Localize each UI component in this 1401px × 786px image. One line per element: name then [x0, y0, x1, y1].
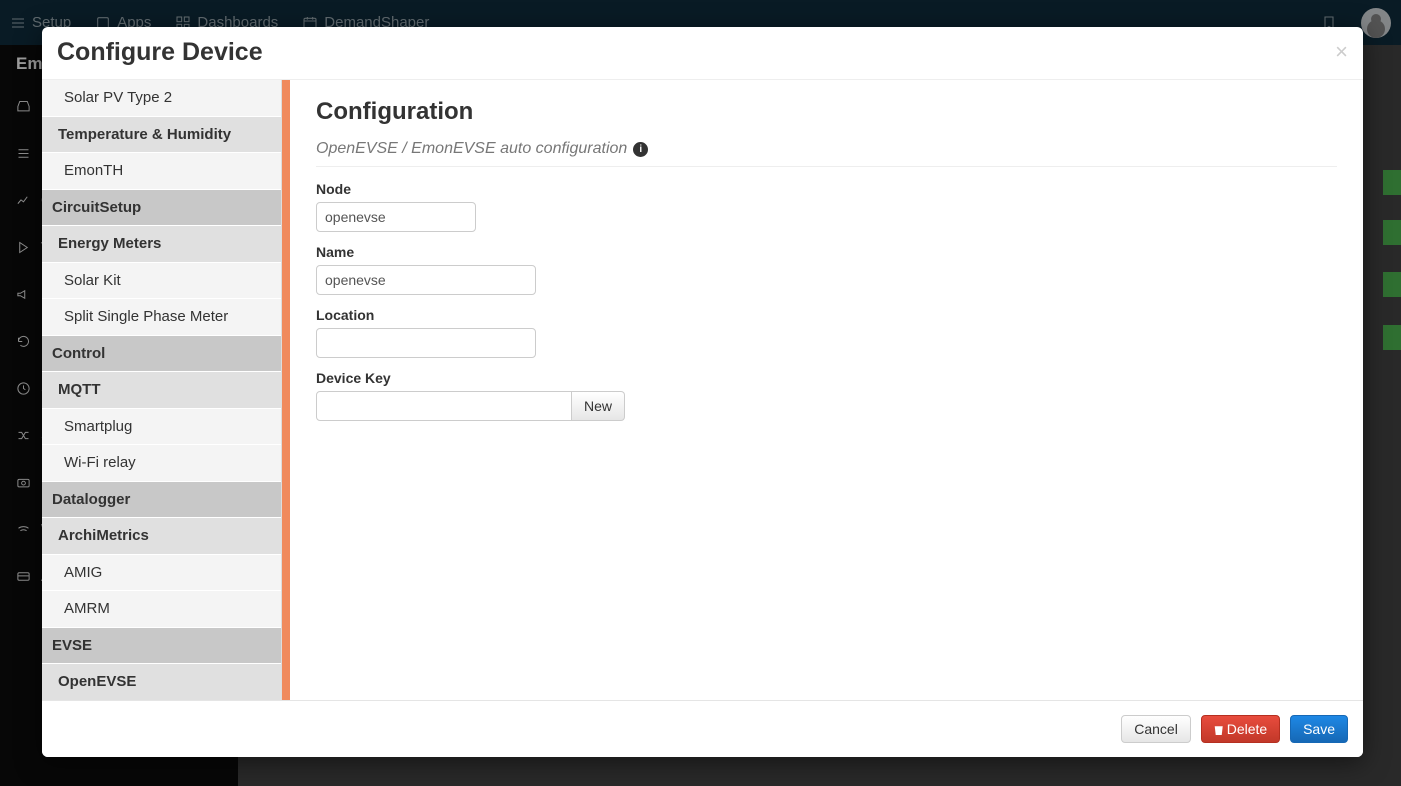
tree-leaf-split-single-phase-meter[interactable]: Split Single Phase Meter [42, 299, 281, 336]
tree-cat-evse[interactable]: EVSE [42, 628, 281, 665]
tree-leaf-emonth[interactable]: EmonTH [42, 153, 281, 190]
close-button[interactable]: × [1335, 39, 1348, 65]
selection-indicator [282, 80, 290, 700]
trash-icon [1214, 724, 1224, 735]
delete-button-label: Delete [1227, 721, 1267, 737]
tree-leaf-amrm[interactable]: AMRM [42, 591, 281, 628]
field-node: Node [316, 181, 1337, 232]
configuration-panel: Configuration OpenEVSE / EmonEVSE auto c… [290, 80, 1363, 700]
modal-footer: Cancel Delete Save [42, 700, 1363, 757]
label-name: Name [316, 244, 1337, 260]
tree-sub-mqtt[interactable]: MQTT [42, 372, 281, 409]
new-key-button[interactable]: New [572, 391, 625, 421]
input-device-key[interactable] [316, 391, 572, 421]
configure-device-modal: Configure Device × Solar PV Type 2Temper… [42, 27, 1363, 757]
config-heading: Configuration [316, 98, 1337, 126]
field-name: Name [316, 244, 1337, 295]
input-location[interactable] [316, 328, 536, 358]
tree-leaf-solar-kit[interactable]: Solar Kit [42, 263, 281, 300]
modal-title: Configure Device [57, 37, 263, 67]
field-device-key: Device Key New [316, 370, 1337, 421]
modal-body: Solar PV Type 2Temperature & HumidityEmo… [42, 80, 1363, 700]
tree-sub-temperature-humidity[interactable]: Temperature & Humidity [42, 117, 281, 154]
tree-cat-datalogger[interactable]: Datalogger [42, 482, 281, 519]
label-node: Node [316, 181, 1337, 197]
tree-leaf-wi-fi-relay[interactable]: Wi-Fi relay [42, 445, 281, 482]
tree-cat-control[interactable]: Control [42, 336, 281, 373]
tree-leaf-smartplug[interactable]: Smartplug [42, 409, 281, 446]
tree-cat-circuitsetup[interactable]: CircuitSetup [42, 190, 281, 227]
info-icon[interactable]: i [633, 142, 648, 157]
cancel-button[interactable]: Cancel [1121, 715, 1191, 743]
tree-sub-archimetrics[interactable]: ArchiMetrics [42, 518, 281, 555]
delete-button[interactable]: Delete [1201, 715, 1280, 743]
device-template-tree[interactable]: Solar PV Type 2Temperature & HumidityEmo… [42, 80, 282, 700]
field-location: Location [316, 307, 1337, 358]
input-name[interactable] [316, 265, 536, 295]
save-button[interactable]: Save [1290, 715, 1348, 743]
label-device-key: Device Key [316, 370, 1337, 386]
label-location: Location [316, 307, 1337, 323]
tree-sub-energy-meters[interactable]: Energy Meters [42, 226, 281, 263]
divider [316, 166, 1337, 167]
config-subtitle-text: OpenEVSE / EmonEVSE auto configuration [316, 140, 627, 158]
tree-leaf-solar-pv-type-2[interactable]: Solar PV Type 2 [42, 80, 281, 117]
tree-leaf-amig[interactable]: AMIG [42, 555, 281, 592]
tree-sub-openevse[interactable]: OpenEVSE [42, 664, 281, 700]
input-node[interactable] [316, 202, 476, 232]
modal-header: Configure Device × [42, 27, 1363, 80]
config-subtitle: OpenEVSE / EmonEVSE auto configuration i [316, 140, 1337, 158]
